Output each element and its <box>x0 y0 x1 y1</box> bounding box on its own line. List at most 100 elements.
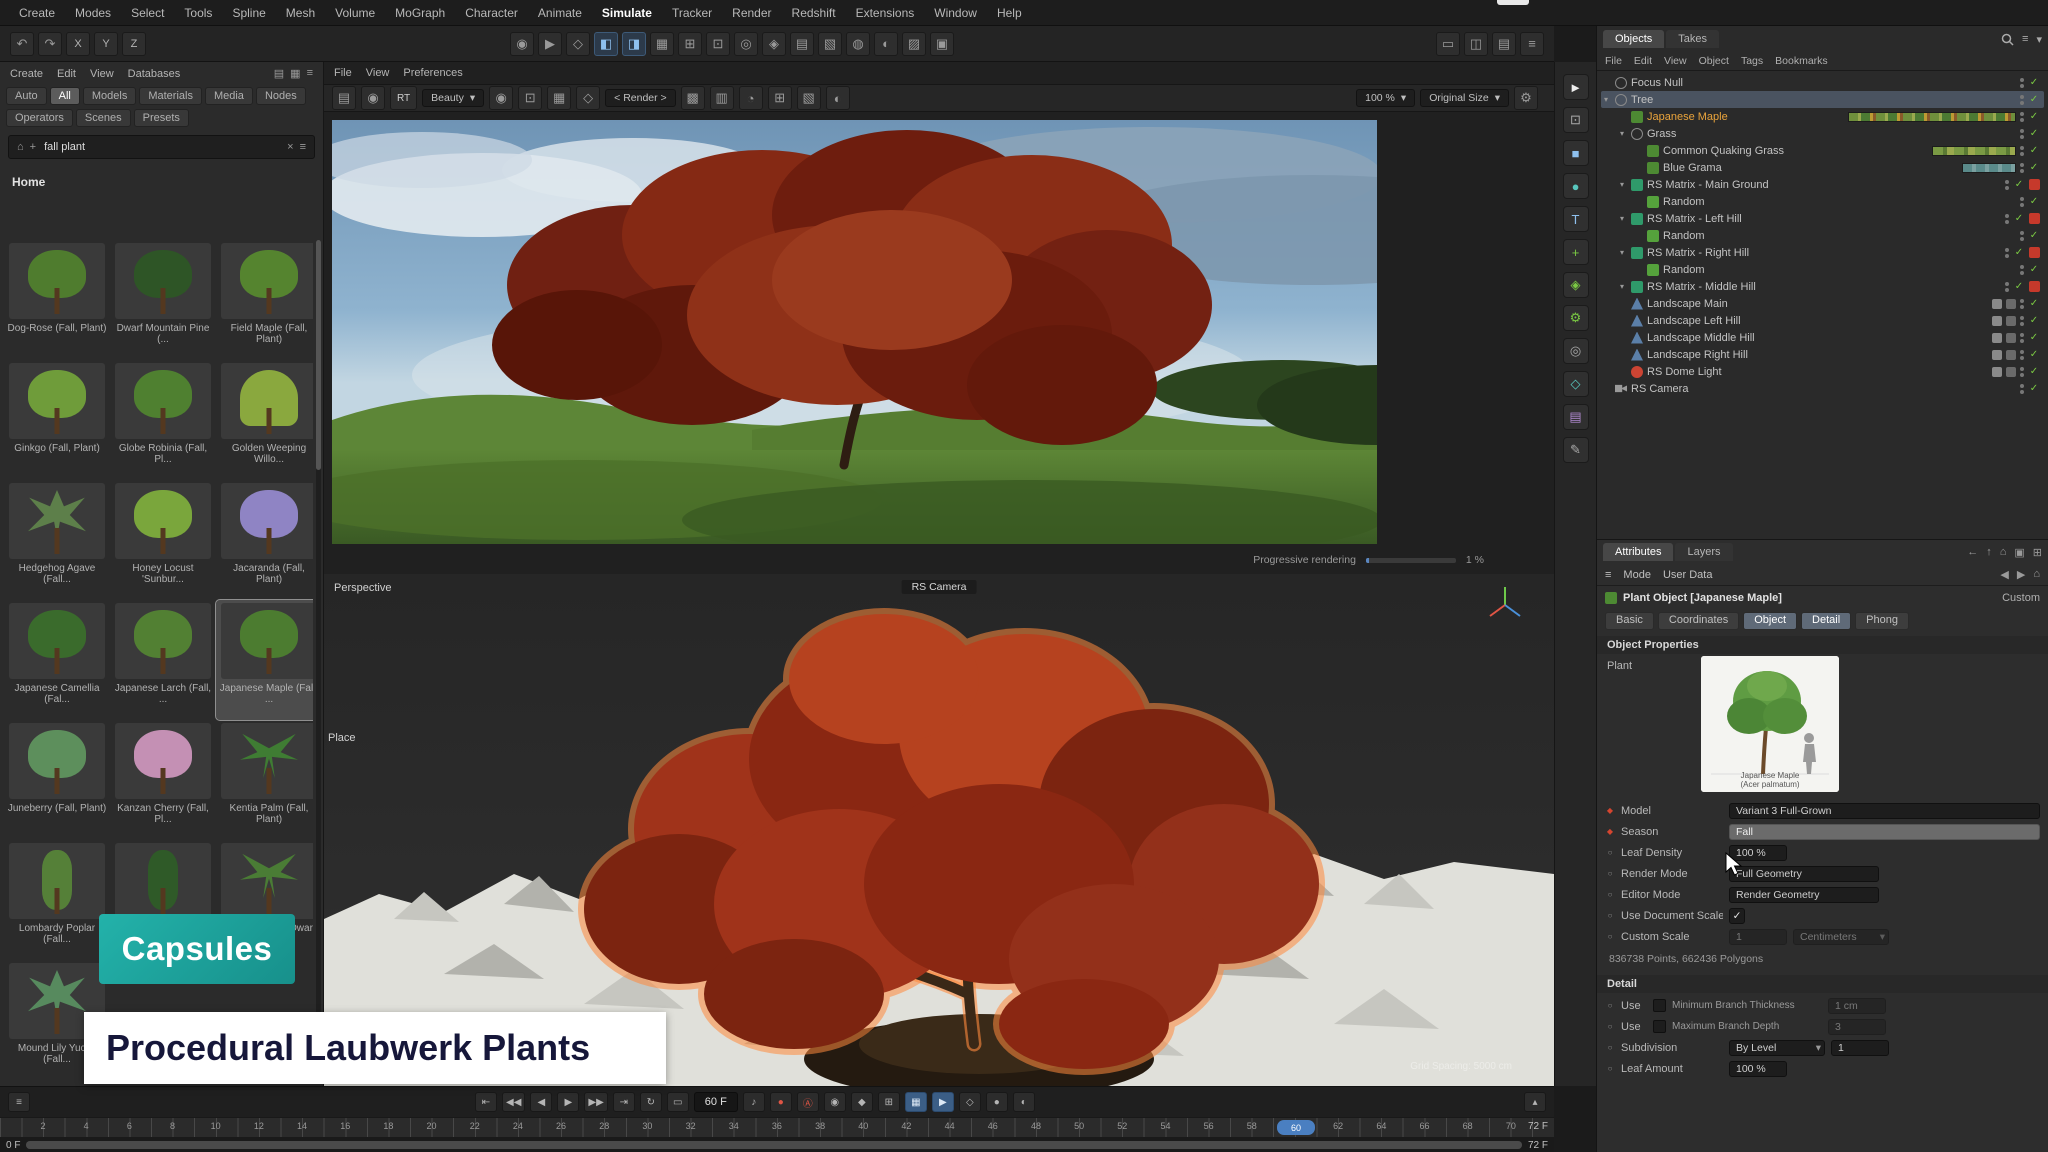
visibility-dots[interactable] <box>2005 214 2009 224</box>
expand-arrow-icon[interactable]: ▾ <box>1617 214 1627 223</box>
timeline-expand-icon[interactable]: ▴ <box>1524 1092 1546 1112</box>
asset-tile[interactable]: Dwarf Mountain Pine (... <box>110 240 216 360</box>
nav-icon[interactable]: ▣ <box>2014 546 2024 559</box>
attribute-control[interactable]: Render Geometry <box>1729 887 1879 903</box>
keyframe-marker-icon[interactable]: ○ <box>1605 1001 1615 1010</box>
asset-menu-item[interactable]: View <box>90 68 114 80</box>
enabled-check-icon[interactable] <box>2028 230 2040 241</box>
side-tool-icon[interactable]: ◇ <box>1563 371 1589 397</box>
enabled-check-icon[interactable] <box>2013 281 2025 292</box>
asset-category-tab[interactable]: Presets <box>134 109 189 127</box>
menubar-item[interactable]: Volume <box>326 3 384 23</box>
toolbar-icon[interactable]: ▨ <box>902 32 926 56</box>
asset-tile[interactable]: Jacaranda (Fall, Plant) <box>216 480 313 600</box>
menubar-item[interactable]: Animate <box>529 3 591 23</box>
frame-ruler[interactable]: 2468101214161820222426283032343638404244… <box>0 1117 1554 1137</box>
expand-arrow-icon[interactable]: ▾ <box>1617 129 1627 138</box>
render-toolbar-icon[interactable]: ▧ <box>797 86 821 110</box>
visibility-dots[interactable] <box>2020 384 2024 394</box>
redshift-material-icon[interactable] <box>2029 179 2040 190</box>
toolbar-icon[interactable]: X <box>66 32 90 56</box>
keying-button[interactable]: Ⓐ <box>797 1092 819 1112</box>
attribute-section-tab[interactable]: Object <box>1743 612 1797 630</box>
render-toolbar-icon[interactable]: ▦ <box>547 86 571 110</box>
object-row[interactable]: ▾ Tree <box>1601 91 2044 108</box>
asset-tile[interactable]: Kanzan Cherry (Fall, Pl... <box>110 720 216 840</box>
object-row[interactable]: ▾ RS Matrix - Main Ground <box>1601 176 2044 193</box>
asset-filter-tab[interactable]: Materials <box>139 87 202 105</box>
redshift-material-icon[interactable] <box>2029 213 2040 224</box>
asset-filter-tab[interactable]: All <box>50 87 80 105</box>
toolbar-icon[interactable]: ▦ <box>650 32 674 56</box>
keying-button[interactable]: ◉ <box>824 1092 846 1112</box>
object-row[interactable]: Blue Grama <box>1601 159 2044 176</box>
enabled-check-icon[interactable] <box>2028 162 2040 173</box>
asset-tile[interactable]: Japanese Larch (Fall, ... <box>110 600 216 720</box>
side-tool-icon[interactable]: ◎ <box>1563 338 1589 364</box>
asset-tile[interactable]: Ginkgo (Fall, Plant) <box>4 360 110 480</box>
enabled-check-icon[interactable] <box>2013 247 2025 258</box>
object-row[interactable]: Random <box>1601 227 2044 244</box>
asset-menu-item[interactable]: Databases <box>128 68 181 80</box>
enabled-check-icon[interactable] <box>2028 128 2040 139</box>
object-row[interactable]: ▾ RS Matrix - Left Hill <box>1601 210 2044 227</box>
object-manager-menu-item[interactable]: Tags <box>1741 55 1763 67</box>
render-toolbar-icon[interactable]: ◐ <box>826 86 850 110</box>
render-toolbar-icon[interactable]: ⊞ <box>768 86 792 110</box>
attribute-extra-control[interactable]: 1 <box>1831 1040 1889 1056</box>
object-manager-menu-item[interactable]: View <box>1664 55 1687 67</box>
object-manager-menu-item[interactable]: File <box>1605 55 1622 67</box>
render-view-menu-item[interactable]: Preferences <box>403 67 462 79</box>
enabled-check-icon[interactable] <box>2028 145 2040 156</box>
menubar-item[interactable]: Render <box>723 3 780 23</box>
expand-arrow-icon[interactable]: ▾ <box>1601 95 1611 104</box>
visibility-dots[interactable] <box>2020 197 2024 207</box>
attribute-control[interactable]: Variant 3 Full-Grown <box>1729 803 2040 819</box>
object-row[interactable]: ▾ Grass <box>1601 125 2044 142</box>
menubar-item[interactable]: Modes <box>66 3 120 23</box>
panel-layout-icon[interactable]: ▤ <box>274 67 284 80</box>
asset-filter-tab[interactable]: Media <box>205 87 253 105</box>
zoom-dropdown[interactable]: 100 % ▾ <box>1356 89 1415 107</box>
asset-search-input[interactable] <box>42 140 281 154</box>
asset-tile[interactable]: Juneberry (Fall, Plant) <box>4 720 110 840</box>
object-manager-tab[interactable]: Takes <box>1666 30 1719 48</box>
keyframe-marker-icon[interactable]: ◆ <box>1605 827 1615 836</box>
menubar-item[interactable]: Window <box>925 3 986 23</box>
keying-button[interactable]: ♪ <box>743 1092 765 1112</box>
transport-button[interactable]: ▶▶ <box>584 1092 607 1112</box>
attribute-section-tab[interactable]: Coordinates <box>1658 612 1739 630</box>
material-swatches[interactable] <box>1932 146 2016 156</box>
object-manager-menu-item[interactable]: Object <box>1699 55 1729 67</box>
filter-icon[interactable]: ▾ <box>2036 33 2042 46</box>
toolbar-icon[interactable]: ◇ <box>566 32 590 56</box>
asset-tile[interactable]: Honey Locust 'Sunbur... <box>110 480 216 600</box>
material-swatches[interactable] <box>1848 112 2016 122</box>
render-engine-dropdown[interactable]: < Render > <box>605 89 676 107</box>
attribute-checkbox[interactable] <box>1653 1020 1666 1033</box>
visibility-dots[interactable] <box>2020 265 2024 275</box>
enabled-check-icon[interactable] <box>2028 264 2040 275</box>
menubar-item[interactable]: Simulate <box>593 3 661 23</box>
render-toolbar-icon[interactable]: ◇ <box>576 86 600 110</box>
tag-icon[interactable] <box>1992 316 2002 326</box>
current-frame-field[interactable]: 60 F <box>694 1092 738 1112</box>
asset-tile[interactable]: Golden Weeping Willo... <box>216 360 313 480</box>
size-dropdown[interactable]: Original Size ▾ <box>1420 89 1509 107</box>
visibility-dots[interactable] <box>2020 129 2024 139</box>
visibility-dots[interactable] <box>2005 248 2009 258</box>
keying-button[interactable]: ● <box>986 1092 1008 1112</box>
attribute-control[interactable]: Fall <box>1729 824 2040 840</box>
object-row[interactable]: ▾ RS Matrix - Middle Hill <box>1601 278 2044 295</box>
attribute-tab[interactable]: Layers <box>1675 543 1732 561</box>
enabled-check-icon[interactable] <box>2028 349 2040 360</box>
object-manager-menu-item[interactable]: Bookmarks <box>1775 55 1828 67</box>
render-toolbar-icon[interactable]: ◉ <box>361 86 385 110</box>
keyframe-marker-icon[interactable]: ○ <box>1605 911 1615 920</box>
keyframe-marker-icon[interactable]: ○ <box>1605 848 1615 857</box>
side-tool-icon[interactable]: ⊡ <box>1563 107 1589 133</box>
enabled-check-icon[interactable] <box>2028 94 2040 105</box>
toolbar-icon[interactable]: ▤ <box>790 32 814 56</box>
visibility-dots[interactable] <box>2020 367 2024 377</box>
perspective-viewport[interactable]: Perspective RS Camera Place Grid Spacing… <box>324 574 1554 1086</box>
